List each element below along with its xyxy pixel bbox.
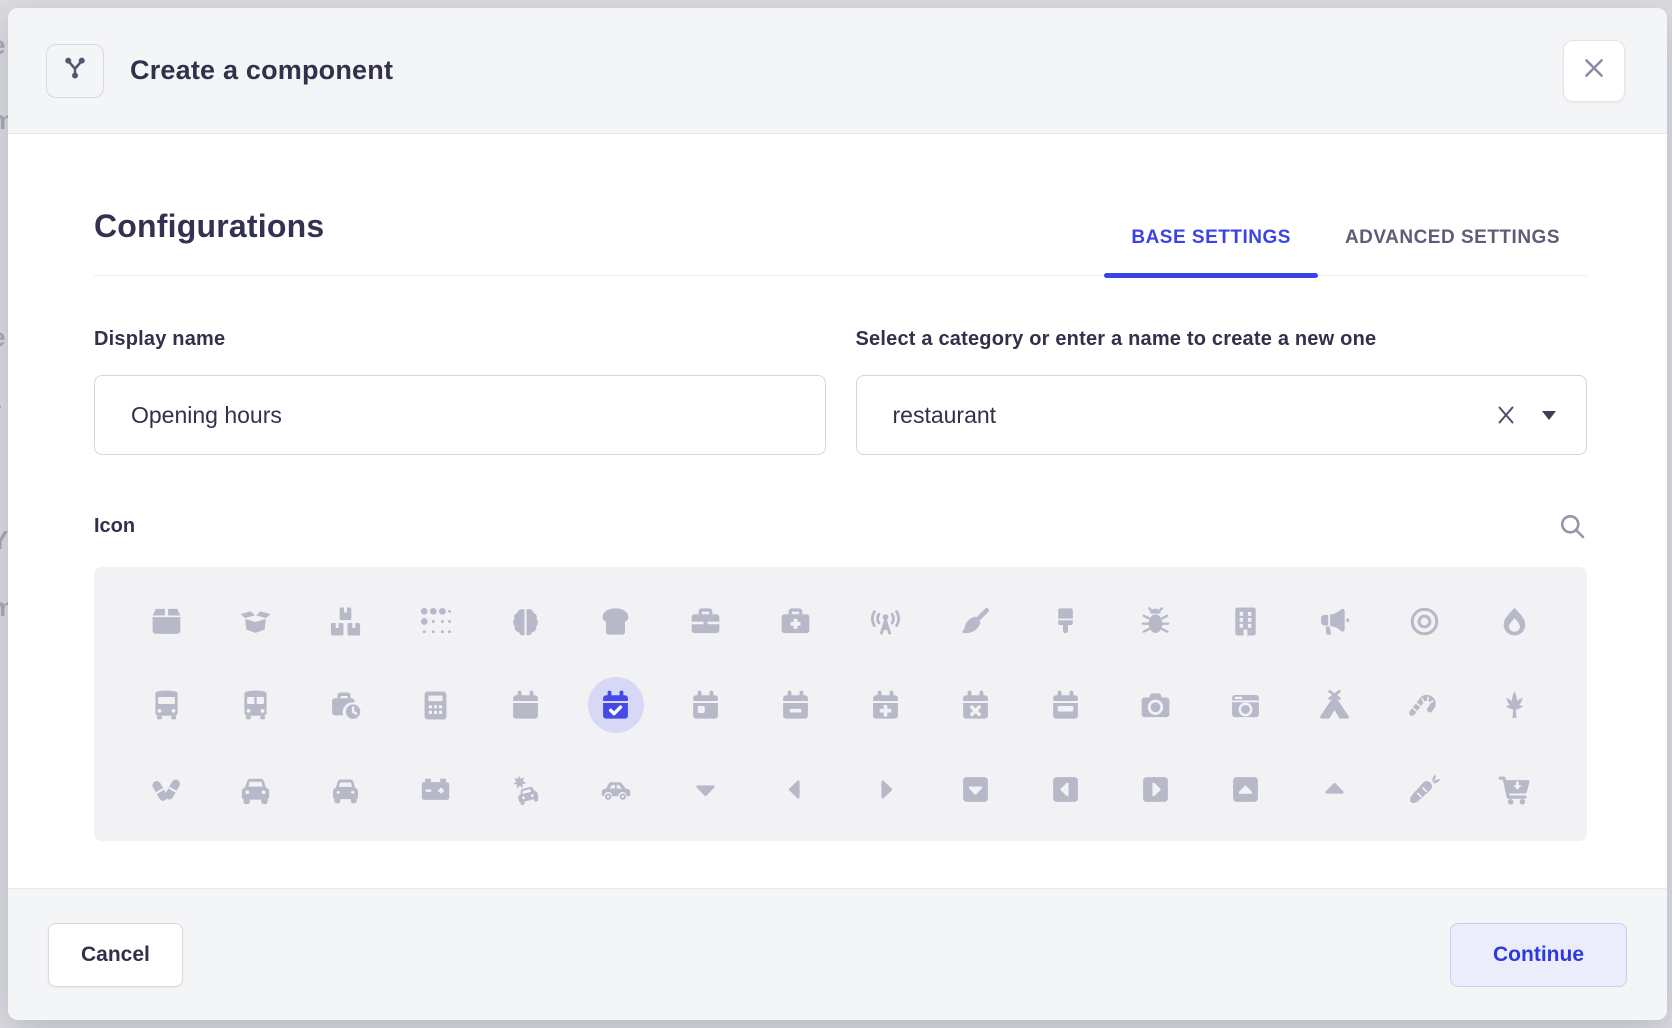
- caret-square-up-icon[interactable]: [1217, 761, 1273, 817]
- caret-square-down-icon[interactable]: [947, 761, 1003, 817]
- display-name-input[interactable]: Opening hours: [94, 375, 826, 455]
- share-nodes-icon: [60, 53, 90, 88]
- category-value: restaurant: [893, 402, 1495, 429]
- brush-icon[interactable]: [1037, 593, 1093, 649]
- campground-icon[interactable]: [1307, 677, 1363, 733]
- bus-alt-icon[interactable]: [228, 677, 284, 733]
- bullhorn-icon[interactable]: [1307, 593, 1363, 649]
- icon-grid-row-3: [138, 747, 1543, 831]
- continue-button[interactable]: Continue: [1450, 923, 1627, 987]
- car-battery-icon[interactable]: [408, 761, 464, 817]
- caret-left-icon[interactable]: [767, 761, 823, 817]
- modal-footer: Cancel Continue: [8, 888, 1667, 1020]
- calendar-week-icon[interactable]: [1037, 677, 1093, 733]
- clear-category-icon[interactable]: [1494, 403, 1518, 427]
- category-field-group: Select a category or enter a name to cre…: [856, 328, 1588, 455]
- capsules-icon[interactable]: [138, 761, 194, 817]
- component-badge: [46, 44, 104, 98]
- background-text-fragment: m: [0, 105, 8, 136]
- background-text-fragment: e: [0, 30, 5, 61]
- category-label: Select a category or enter a name to cre…: [856, 328, 1588, 351]
- modal-body: Configurations BASE SETTINGS ADVANCED SE…: [8, 134, 1667, 888]
- braille-icon[interactable]: [408, 593, 464, 649]
- building-icon[interactable]: [1217, 593, 1273, 649]
- display-name-label: Display name: [94, 328, 826, 351]
- page-title: Configurations: [94, 208, 324, 275]
- icon-label: Icon: [94, 515, 135, 538]
- calendar-times-icon[interactable]: [947, 677, 1003, 733]
- display-name-value: Opening hours: [131, 402, 795, 429]
- briefcase-icon[interactable]: [678, 593, 734, 649]
- candy-cane-icon[interactable]: [1397, 677, 1453, 733]
- settings-tabs: BASE SETTINGS ADVANCED SETTINGS: [1104, 227, 1587, 275]
- category-select[interactable]: restaurant: [856, 375, 1588, 455]
- tab-base-settings[interactable]: BASE SETTINGS: [1104, 227, 1318, 275]
- camera-icon[interactable]: [1127, 677, 1183, 733]
- display-name-field-group: Display name Opening hours: [94, 328, 826, 455]
- caret-square-left-icon[interactable]: [1037, 761, 1093, 817]
- close-icon: [1581, 55, 1607, 86]
- caret-up-icon[interactable]: [1307, 761, 1363, 817]
- car-crash-icon[interactable]: [498, 761, 554, 817]
- carrot-icon[interactable]: [1397, 761, 1453, 817]
- form-row: Display name Opening hours Select a cate…: [94, 328, 1587, 455]
- background-text-fragment: Y: [0, 525, 8, 556]
- car-icon[interactable]: [228, 761, 284, 817]
- icon-grid: [94, 567, 1587, 841]
- calendar-minus-icon[interactable]: [767, 677, 823, 733]
- caret-down-icon[interactable]: [678, 761, 734, 817]
- page-behind-strip: emertYmt: [0, 0, 8, 1028]
- caret-square-right-icon[interactable]: [1127, 761, 1183, 817]
- broom-icon[interactable]: [947, 593, 1003, 649]
- background-text-fragment: r: [0, 395, 1, 426]
- briefcase-medical-icon[interactable]: [767, 593, 823, 649]
- icon-picker-header: Icon: [94, 511, 1587, 541]
- icon-grid-row-2: [138, 663, 1543, 747]
- caret-right-icon[interactable]: [857, 761, 913, 817]
- modal-header: Create a component: [8, 8, 1667, 134]
- background-text-fragment: m: [0, 592, 8, 623]
- camera-retro-icon[interactable]: [1217, 677, 1273, 733]
- tab-advanced-settings[interactable]: ADVANCED SETTINGS: [1318, 227, 1587, 275]
- calendar-plus-icon[interactable]: [857, 677, 913, 733]
- bread-slice-icon[interactable]: [588, 593, 644, 649]
- cart-arrow-down-icon[interactable]: [1487, 761, 1543, 817]
- create-component-modal: Create a component Configurations BASE S…: [8, 8, 1667, 1020]
- burn-icon[interactable]: [1487, 593, 1543, 649]
- business-time-icon[interactable]: [318, 677, 374, 733]
- dropdown-caret-icon[interactable]: [1542, 411, 1556, 420]
- brain-icon[interactable]: [498, 593, 554, 649]
- calculator-icon[interactable]: [408, 677, 464, 733]
- bug-icon[interactable]: [1127, 593, 1183, 649]
- modal-title: Create a component: [130, 55, 393, 86]
- car-side-icon[interactable]: [588, 761, 644, 817]
- car-alt-icon[interactable]: [318, 761, 374, 817]
- bullseye-icon[interactable]: [1397, 593, 1453, 649]
- icon-grid-row-1: [138, 579, 1543, 663]
- section-header: Configurations BASE SETTINGS ADVANCED SE…: [94, 208, 1587, 276]
- category-controls: [1494, 403, 1556, 427]
- background-text-fragment: e: [0, 322, 5, 353]
- search-icon[interactable]: [1557, 511, 1587, 541]
- calendar-check-icon[interactable]: [588, 677, 644, 733]
- box-open-icon[interactable]: [228, 593, 284, 649]
- calendar-icon[interactable]: [498, 677, 554, 733]
- calendar-day-icon[interactable]: [678, 677, 734, 733]
- cannabis-icon[interactable]: [1487, 677, 1543, 733]
- cancel-button[interactable]: Cancel: [48, 923, 183, 987]
- bus-icon[interactable]: [138, 677, 194, 733]
- boxes-icon[interactable]: [318, 593, 374, 649]
- box-icon[interactable]: [138, 593, 194, 649]
- close-button[interactable]: [1563, 40, 1625, 102]
- broadcast-tower-icon[interactable]: [857, 593, 913, 649]
